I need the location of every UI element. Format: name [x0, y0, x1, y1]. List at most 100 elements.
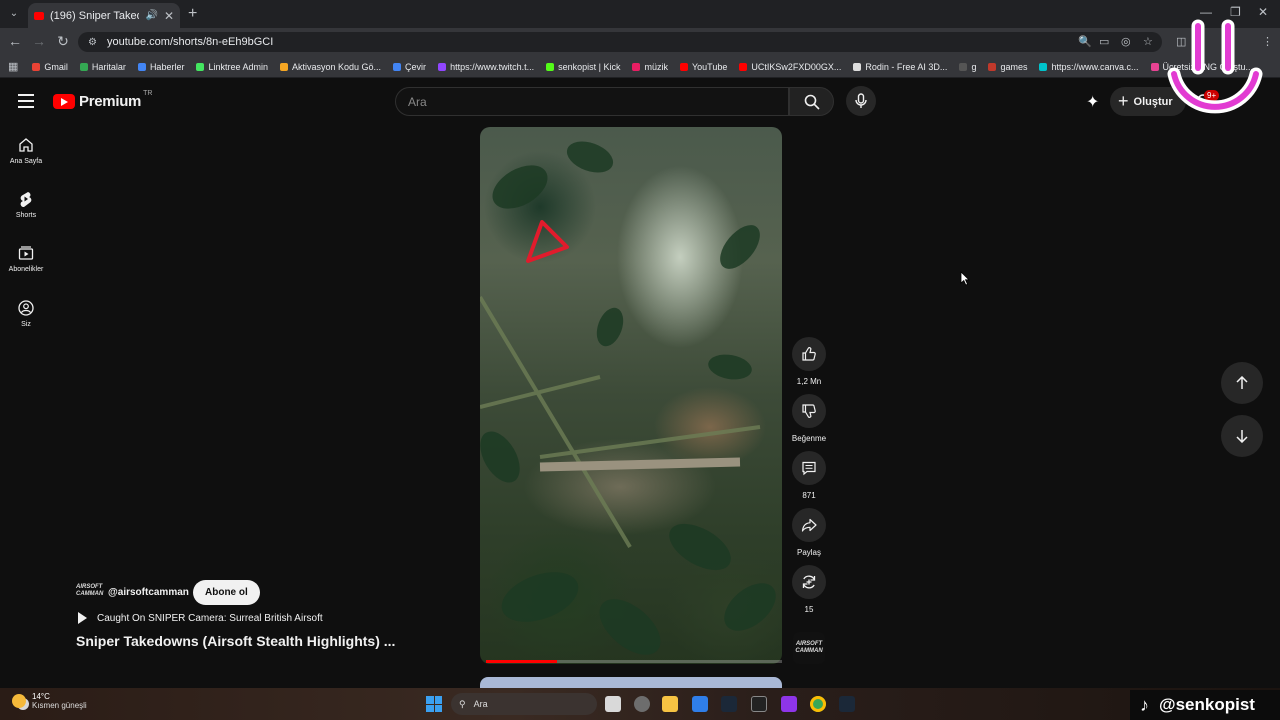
purple-app-icon[interactable]	[781, 696, 797, 712]
channel-avatar[interactable]: AIRSOFT CAMMAN	[76, 580, 104, 604]
sidebar-item-home[interactable]: Ana Sayfa	[0, 137, 52, 165]
microphone-icon	[855, 93, 867, 108]
shorts-video-player[interactable]	[480, 127, 782, 664]
sidebar-item-label: Abonelikler	[8, 266, 44, 273]
taskbar-search[interactable]: ⚲ Ara	[451, 693, 597, 715]
sidebar-item-label: Shorts	[15, 212, 37, 219]
steam-icon[interactable]	[721, 696, 737, 712]
youtube-play-icon	[53, 94, 75, 109]
sidebar-item-shorts[interactable]: Shorts	[0, 191, 52, 219]
bookmark-favicon-icon	[959, 62, 968, 71]
video-frame	[480, 141, 776, 655]
weather-widget[interactable]: 14°C Kısmen güneşli	[12, 692, 87, 710]
dislike-button[interactable]	[792, 394, 826, 428]
search-button[interactable]	[789, 87, 834, 116]
bookmark-item[interactable]: Linktree Admin	[196, 62, 268, 72]
country-code: TR	[143, 90, 153, 97]
bookmark-label: Haritalar	[91, 61, 126, 72]
windows-start-icon[interactable]	[426, 696, 442, 712]
streamer-smiley-logo	[1167, 19, 1263, 114]
next-short-button[interactable]	[1221, 415, 1263, 457]
subscribe-button[interactable]: Abone ol	[193, 580, 260, 605]
hamburger-menu-icon[interactable]	[18, 94, 34, 108]
bookmark-item[interactable]: Haberler	[137, 62, 184, 72]
channel-avatar-text: AIRSOFT CAMMAN	[76, 584, 104, 597]
partly-sunny-icon	[12, 694, 26, 708]
like-button[interactable]	[792, 337, 826, 371]
comments-button[interactable]	[792, 451, 826, 485]
close-tab-icon[interactable]: ✕	[164, 9, 174, 23]
thumbs-down-icon	[802, 404, 816, 418]
bookmark-label: Gmail	[44, 61, 68, 72]
video-progress-bar[interactable]	[486, 660, 782, 663]
share-button[interactable]	[792, 508, 826, 542]
youtube-premium-logo[interactable]: Premium TR	[53, 90, 153, 110]
search-input[interactable]: Ara	[395, 87, 789, 116]
bookmark-item[interactable]: https://www.twitch.t...	[438, 62, 534, 72]
bookmark-item[interactable]: Gmail	[32, 62, 68, 72]
bookmark-label: Linktree Admin	[208, 61, 268, 72]
apps-grid-icon[interactable]: ▦	[8, 60, 18, 73]
new-tab-icon[interactable]: +	[188, 5, 197, 23]
sidebar-item-label: Siz	[21, 321, 31, 328]
weather-text: Kısmen güneşli	[32, 701, 87, 710]
related-video-title: Caught On SNIPER Camera: Surreal British…	[97, 612, 323, 624]
channel-avatar-small[interactable]: AIRSOFT CAMMAN	[793, 632, 825, 664]
bookmark-item[interactable]: Haritalar	[79, 61, 126, 72]
bookmark-item[interactable]: müzik	[632, 62, 668, 72]
channel-handle[interactable]: @airsoftcamman	[108, 587, 189, 598]
previous-short-button[interactable]	[1221, 362, 1263, 404]
bookmark-item[interactable]: https://www.canva.c...	[1039, 62, 1139, 72]
widgets-icon[interactable]	[634, 696, 650, 712]
home-icon	[19, 138, 33, 152]
bookmark-item[interactable]: Rodin - Free AI 3D...	[853, 62, 947, 72]
share-label: Paylaş	[796, 548, 821, 557]
bookmark-favicon-icon	[1039, 62, 1048, 71]
microsoft-store-icon[interactable]	[692, 696, 708, 712]
video-progress-fill	[486, 660, 558, 663]
task-view-icon[interactable]	[605, 696, 621, 712]
steam-icon-2[interactable]	[839, 696, 855, 712]
remix-button[interactable]	[792, 565, 826, 599]
bookmark-item[interactable]: YouTube	[679, 62, 727, 72]
temperature: 14°C	[32, 692, 50, 701]
plus-icon: +	[1118, 91, 1129, 111]
sidebar-item-subscriptions[interactable]: Abonelikler	[0, 245, 52, 273]
tiktok-watermark: ♪ @senkopist	[1130, 690, 1280, 720]
search-icon: ⚲	[459, 698, 466, 709]
search-placeholder: Ara	[408, 94, 427, 109]
file-explorer-icon[interactable]	[662, 696, 678, 712]
related-video-link[interactable]: Caught On SNIPER Camera: Surreal British…	[78, 612, 323, 624]
epic-games-icon[interactable]	[751, 696, 767, 712]
chrome-icon[interactable]	[810, 696, 826, 712]
bookmark-star-icon[interactable]: ☆	[1143, 35, 1153, 48]
like-count: 1,2 Mn	[796, 377, 822, 386]
site-info-icon[interactable]: ⚙	[88, 37, 97, 48]
address-bar[interactable]: ⚙ youtube.com/shorts/8n-eEh9bGCI	[78, 32, 1162, 52]
back-icon[interactable]: ←	[6, 33, 24, 49]
bookmark-favicon-icon	[546, 62, 555, 71]
channel-avatar-text: AIRSOFT CAMMAN	[795, 641, 823, 654]
speaker-icon[interactable]: 🔊	[145, 10, 157, 21]
bookmark-item[interactable]: UCtIKSw2FXD00GX...	[739, 62, 841, 72]
bookmark-favicon-icon	[79, 62, 88, 71]
bookmark-item[interactable]: Aktivasyon Kodu Gö...	[280, 62, 381, 72]
zoom-icon[interactable]: 🔍	[1078, 35, 1092, 48]
bookmark-item[interactable]: Çevir	[393, 62, 426, 72]
bookmark-favicon-icon	[32, 62, 41, 71]
bookmark-label: senkopist | Kick	[558, 61, 621, 72]
reload-icon[interactable]: ↻	[54, 33, 72, 50]
voice-search-button[interactable]	[846, 86, 876, 116]
video-title[interactable]: Sniper Takedowns (Airsoft Stealth Highli…	[76, 633, 395, 649]
bookmark-item[interactable]: senkopist | Kick	[546, 62, 620, 72]
cast-icon[interactable]: ▭	[1099, 35, 1109, 48]
tab-search-chevron-icon[interactable]: ⌄	[6, 6, 22, 22]
sidebar-item-you[interactable]: Siz	[0, 300, 52, 328]
bookmark-item[interactable]: games	[988, 62, 1027, 72]
forward-icon[interactable]: →	[30, 33, 48, 49]
bookmark-item[interactable]: g	[959, 62, 976, 72]
subscriptions-icon	[18, 246, 34, 260]
browser-tab-active[interactable]: (196) Sniper Takedowns (Ai 🔊 ✕	[28, 3, 180, 28]
eye-slash-icon[interactable]: ◎	[1121, 35, 1131, 48]
sparkle-icon[interactable]: ✦	[1086, 92, 1099, 112]
